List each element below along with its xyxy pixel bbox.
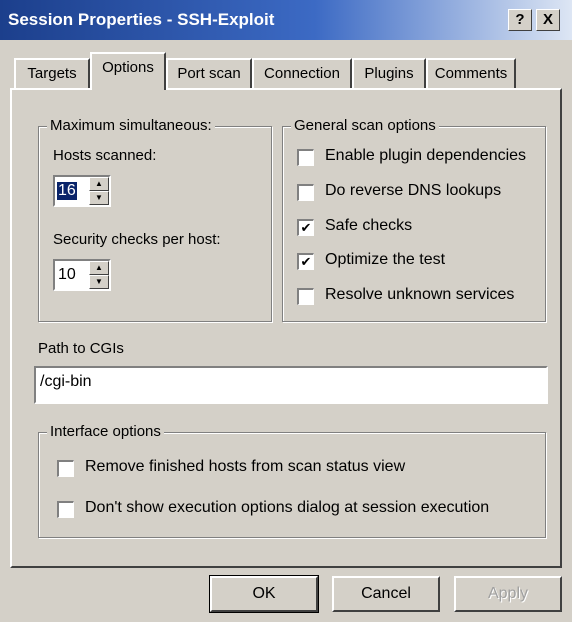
session-properties-dialog: Session Properties - SSH-Exploit ? X Tar…	[0, 0, 572, 622]
spin-up-arrow-icon[interactable]: ▲	[89, 261, 109, 275]
path-to-cgis-label: Path to CGIs	[38, 340, 124, 357]
checkbox-box[interactable]	[57, 460, 74, 477]
tab-plugins[interactable]: Plugins	[352, 58, 426, 88]
checkbox-box[interactable]: ✔	[297, 253, 314, 270]
hosts-scanned-label: Hosts scanned:	[53, 147, 157, 164]
general-scan-options-group: General scan options Enable plugin depen…	[282, 117, 546, 322]
spin-up-arrow-icon[interactable]: ▲	[89, 177, 109, 191]
interface-options-group-label: Interface options	[47, 423, 164, 440]
security-checks-spin-buttons: ▲ ▼	[89, 261, 109, 289]
security-checks-value[interactable]: 10	[57, 266, 77, 284]
spin-down-arrow-icon[interactable]: ▼	[89, 191, 109, 205]
tab-targets[interactable]: Targets	[14, 58, 90, 88]
checkbox-label: Optimize the test	[325, 251, 446, 268]
title-bar[interactable]: Session Properties - SSH-Exploit ? X	[0, 0, 572, 40]
tab-connection[interactable]: Connection	[252, 58, 352, 88]
max-simultaneous-group-label: Maximum simultaneous:	[47, 117, 215, 134]
checkbox-label: Don't show execution options dialog at s…	[85, 499, 490, 516]
security-checks-spinner[interactable]: 10 ▲ ▼	[53, 259, 111, 291]
max-simultaneous-group: Maximum simultaneous: Hosts scanned: 16 …	[38, 117, 272, 322]
tab-comments[interactable]: Comments	[426, 58, 516, 88]
security-checks-label: Security checks per host:	[53, 231, 221, 248]
hosts-scanned-value[interactable]: 16	[57, 182, 77, 200]
close-button[interactable]: X	[536, 9, 560, 31]
checkbox-label: Remove finished hosts from scan status v…	[85, 458, 406, 475]
ok-button[interactable]: OK	[209, 575, 319, 613]
checkbox-label: Enable plugin dependencies	[325, 147, 527, 164]
general-scan-options-group-label: General scan options	[291, 117, 439, 134]
cancel-button[interactable]: Cancel	[332, 576, 440, 612]
help-button[interactable]: ?	[508, 9, 532, 31]
spin-down-arrow-icon[interactable]: ▼	[89, 275, 109, 289]
tab-port-scan[interactable]: Port scan	[166, 58, 252, 88]
checkbox-box[interactable]	[57, 501, 74, 518]
path-to-cgis-input[interactable]: /cgi-bin	[34, 366, 548, 404]
hosts-scanned-spin-buttons: ▲ ▼	[89, 177, 109, 205]
checkbox-label: Safe checks	[325, 217, 413, 234]
checkbox-box[interactable]	[297, 149, 314, 166]
checkbox-box[interactable]: ✔	[297, 219, 314, 236]
hosts-scanned-spinner[interactable]: 16 ▲ ▼	[53, 175, 111, 207]
checkbox-box[interactable]	[297, 184, 314, 201]
interface-options-group: Interface options Remove finished hosts …	[38, 423, 546, 538]
options-tab-panel: Maximum simultaneous: Hosts scanned: 16 …	[10, 88, 562, 568]
checkbox-label: Resolve unknown services	[325, 286, 515, 303]
checkbox-label: Do reverse DNS lookups	[325, 182, 502, 199]
checkbox-box[interactable]	[297, 288, 314, 305]
apply-button[interactable]: Apply	[454, 576, 562, 612]
tab-options[interactable]: Options	[90, 52, 166, 90]
window-title: Session Properties - SSH-Exploit	[8, 10, 275, 29]
